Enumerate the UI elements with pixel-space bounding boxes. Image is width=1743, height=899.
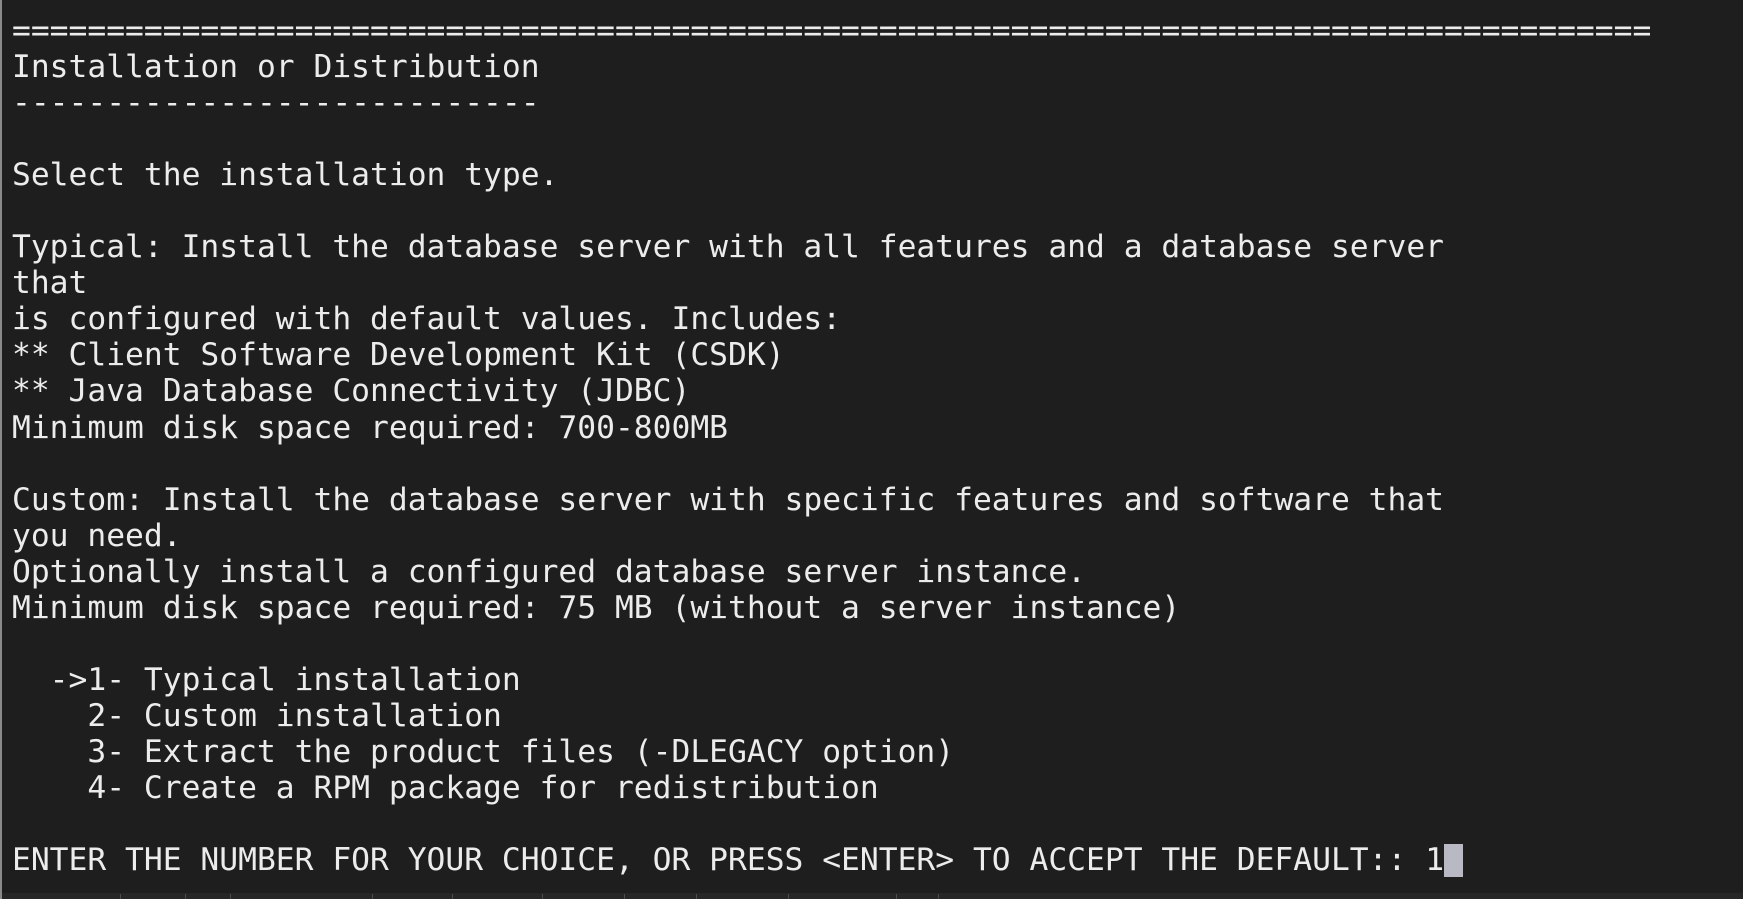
- section-title: Installation or Distribution: [12, 49, 540, 86]
- title-underline: ----------------------------: [12, 85, 540, 122]
- typical-disk-requirement: Minimum disk space required: 700-800MB: [12, 409, 729, 446]
- input-value[interactable]: 1: [1425, 842, 1444, 878]
- select-prompt-text: Select the installation type.: [12, 157, 559, 194]
- typical-feature-item: ** Java Database Connectivity (JDBC): [12, 373, 691, 410]
- typical-description-line: Typical: Install the database server wit…: [12, 229, 1445, 266]
- taskbar-segment: [624, 894, 695, 899]
- custom-disk-requirement: Minimum disk space required: 75 MB (with…: [12, 589, 1181, 626]
- option-typical: ->1- Typical installation: [12, 661, 521, 698]
- terminal-screen: ========================================…: [12, 13, 1651, 878]
- taskbar-segment: [230, 894, 371, 899]
- taskbar-segment: [452, 894, 541, 899]
- custom-description-line: you need.: [12, 517, 182, 554]
- input-line[interactable]: ENTER THE NUMBER FOR YOUR CHOICE, OR PRE…: [12, 842, 1651, 878]
- typical-feature-item: ** Client Software Development Kit (CSDK…: [12, 337, 785, 374]
- option-rpm: 4- Create a RPM package for redistributi…: [12, 769, 879, 806]
- taskbar-segment: [372, 894, 451, 899]
- taskbar-segment: [696, 894, 787, 899]
- text-cursor: [1444, 844, 1464, 878]
- input-prompt: ENTER THE NUMBER FOR YOUR CHOICE, OR PRE…: [12, 842, 1426, 879]
- option-extract: 3- Extract the product files (-DLEGACY o…: [12, 733, 955, 770]
- option-custom: 2- Custom installation: [12, 697, 502, 734]
- bottom-taskbar-strip: [2, 893, 1743, 899]
- separator-line: ========================================…: [12, 13, 1652, 49]
- taskbar-segment: [938, 894, 1035, 899]
- custom-description-line: Optionally install a configured database…: [12, 553, 1087, 590]
- taskbar-segment: [185, 894, 230, 899]
- taskbar-segment: [542, 894, 623, 899]
- taskbar-segment: [896, 894, 937, 899]
- typical-description-line: that: [12, 265, 88, 302]
- custom-description-line: Custom: Install the database server with…: [12, 481, 1445, 518]
- taskbar-segment: [788, 894, 895, 899]
- terminal-window[interactable]: ========================================…: [0, 0, 1743, 899]
- typical-description-line: is configured with default values. Inclu…: [12, 301, 842, 338]
- taskbar-segment: [120, 894, 165, 899]
